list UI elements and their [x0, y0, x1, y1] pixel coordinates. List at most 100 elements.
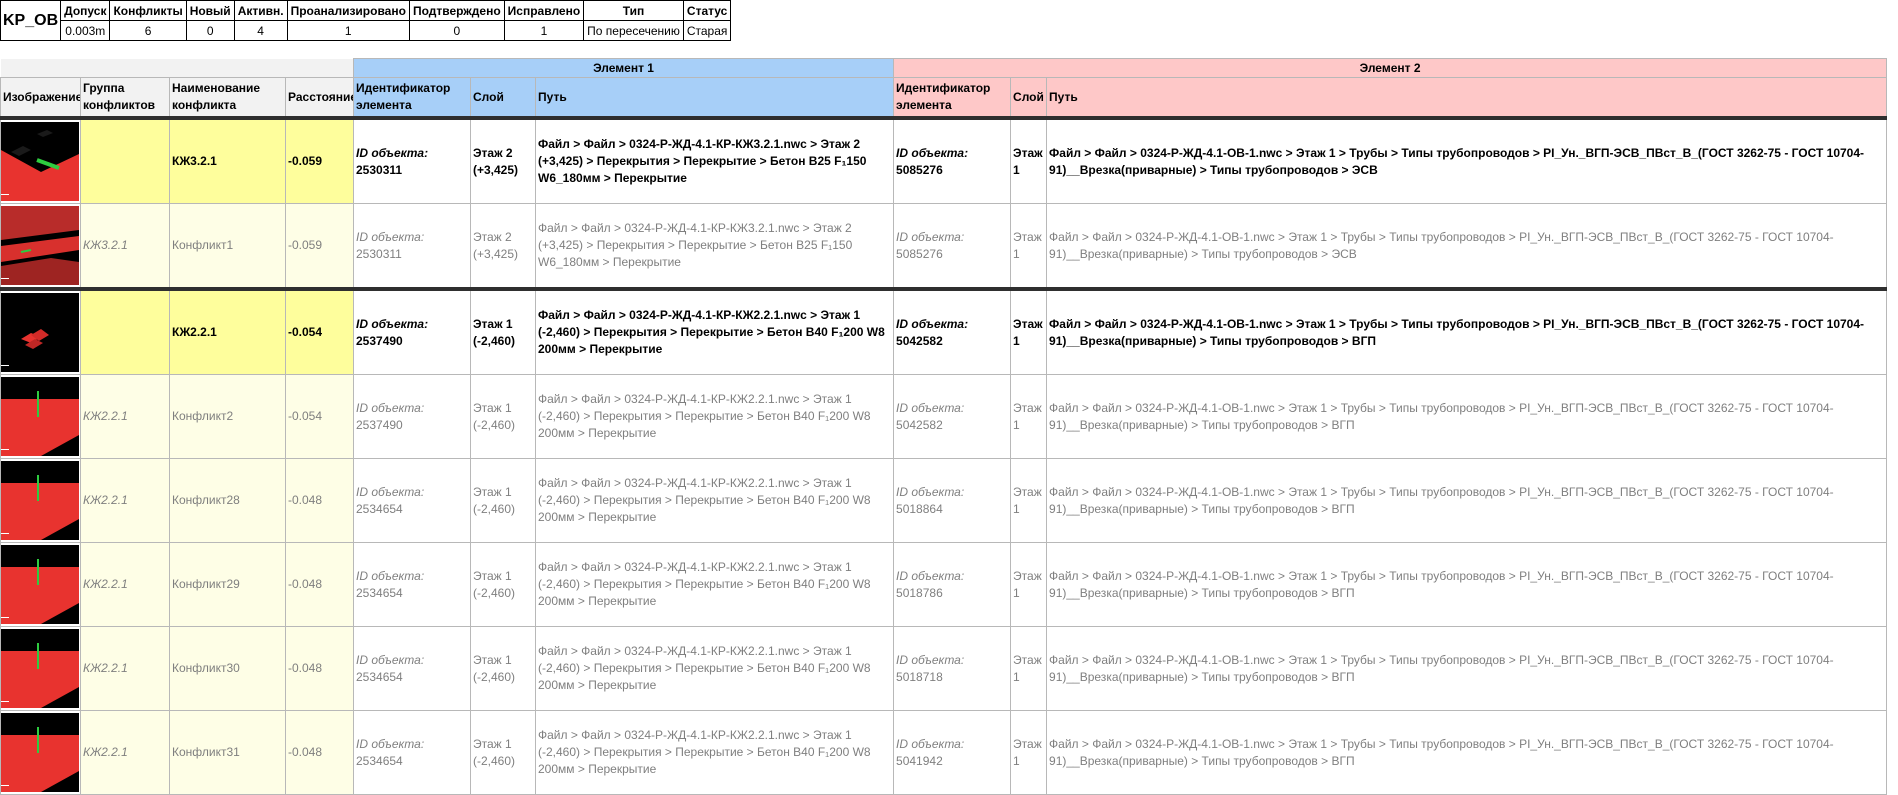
id-label: ID объекта: [356, 484, 425, 499]
e1-layer-cell: Этаж 1 (-2,460) [470, 374, 536, 459]
thumbnail-cell[interactable] [0, 374, 81, 459]
clash-name-cell: Конфликт30 [169, 626, 286, 711]
e2-layer-cell: Этаж 1 [1010, 374, 1048, 459]
summary-value: 0 [185, 20, 235, 41]
clash-name-cell: Конфликт2 [169, 374, 286, 459]
e1-id-value: 2537490 [356, 333, 403, 348]
e2-path-cell: Файл > Файл > 0324-Р-ЖД-4.1-ОВ-1.nwc > Э… [1046, 542, 1888, 627]
e2-path-cell: Файл > Файл > 0324-Р-ЖД-4.1-ОВ-1.nwc > Э… [1046, 374, 1888, 459]
e1-id-value: 2537490 [356, 417, 403, 432]
e1-id-value: 2530311 [356, 246, 402, 261]
e2-path-cell: Файл > Файл > 0324-Р-ЖД-4.1-ОВ-1.nwc > Э… [1046, 116, 1888, 204]
e2-id-value: 5041942 [896, 753, 943, 768]
id-label: ID объекта: [896, 568, 965, 583]
clash-row[interactable]: КЖ2.2.1 Конфликт30 -0.048 ID объекта: 25346… [0, 626, 1888, 711]
e2-layer-cell: Этаж 1 [1010, 710, 1048, 795]
distance-cell: -0.059 [285, 203, 354, 290]
summary-header: Тип [583, 0, 684, 21]
summary-header: Новый [185, 0, 235, 21]
summary-value: 4 [233, 20, 288, 41]
element1-group-header: Элемент 1 [352, 58, 895, 78]
summary-header: Конфликты [109, 0, 187, 21]
clash-thumbnail-icon [1, 713, 79, 792]
clash-thumbnail-icon [1, 293, 79, 372]
e1-id-cell: ID объекта: 2534654 [353, 542, 471, 627]
id-label: ID объекта: [356, 400, 425, 415]
clash-name-cell: КЖ3.2.1 [169, 116, 286, 204]
id-label: ID объекта: [356, 229, 425, 244]
e2-path-cell: Файл > Файл > 0324-Р-ЖД-4.1-ОВ-1.nwc > Э… [1046, 287, 1888, 375]
clash-thumbnail-icon [1, 629, 79, 708]
id-label: ID объекта: [896, 484, 965, 499]
thumbnail-cell[interactable] [0, 626, 81, 711]
id-label: ID объекта: [356, 736, 425, 751]
distance-cell: -0.048 [285, 710, 354, 795]
e1-id-cell: ID объекта: 2534654 [353, 626, 471, 711]
e1-path-cell: Файл > Файл > 0324-Р-ЖД-4.1-КР-КЖ2.2.1.n… [534, 287, 895, 375]
e1-layer-cell: Этаж 1 (-2,460) [470, 287, 536, 375]
thumbnail-cell[interactable] [0, 458, 81, 543]
e2-id-cell: ID объекта: 5018718 [893, 626, 1012, 711]
summary-value: 6 [109, 20, 187, 41]
clash-row[interactable]: КЖ2.2.1 Конфликт2 -0.054 ID объекта: 253749… [0, 374, 1888, 459]
summary-header: Подтверждено [408, 0, 505, 21]
clash-name-cell: Конфликт1 [169, 203, 286, 290]
e2-id-value: 5018786 [896, 585, 943, 600]
thumbnail-cell[interactable] [0, 116, 81, 204]
distance-cell: -0.048 [285, 542, 354, 627]
col-e2-path: Путь [1046, 77, 1888, 119]
distance-cell: -0.054 [285, 287, 354, 375]
distance-cell: -0.048 [285, 458, 354, 543]
e1-layer-cell: Этаж 1 (-2,460) [470, 542, 536, 627]
e1-layer-cell: Этаж 2 (+3,425) [470, 116, 536, 204]
distance-cell: -0.048 [285, 626, 354, 711]
summary-value: 1 [503, 20, 585, 41]
clash-row[interactable]: КЖ3.2.1 Конфликт1 -0.059 ID объекта: 253031… [0, 203, 1888, 290]
clash-row[interactable]: КЖ2.2.1 Конфликт28 -0.048 ID объекта: 25346… [0, 458, 1888, 543]
e2-id-value: 5042582 [896, 417, 943, 432]
e2-id-cell: ID объекта: 5085276 [893, 203, 1012, 290]
distance-cell: -0.059 [285, 116, 354, 204]
e1-id-value: 2534654 [356, 501, 403, 516]
clash-row[interactable]: КЖ2.2.1 Конфликт31 -0.048 ID объекта: 25346… [0, 710, 1888, 795]
e1-layer-cell: Этаж 1 (-2,460) [470, 626, 536, 711]
col-e1-layer: Слой [470, 77, 536, 119]
e1-id-cell: ID объекта: 2534654 [353, 458, 471, 543]
distance-cell: -0.054 [285, 374, 354, 459]
thumbnail-cell[interactable] [0, 287, 81, 375]
e2-layer-cell: Этаж 1 [1010, 626, 1048, 711]
e2-layer-cell: Этаж 1 [1010, 203, 1048, 290]
summary-value: 0 [408, 20, 505, 41]
clash-thumbnail-icon [1, 206, 79, 285]
e2-layer-cell: Этаж 1 [1010, 542, 1048, 627]
element2-group-header: Элемент 2 [893, 58, 1888, 78]
e1-path-cell: Файл > Файл > 0324-Р-ЖД-4.1-КР-КЖ3.2.1.n… [534, 116, 895, 204]
e1-path-cell: Файл > Файл > 0324-Р-ЖД-4.1-КР-КЖ2.2.1.n… [534, 542, 895, 627]
summary-value: 1 [286, 20, 410, 41]
e2-path-cell: Файл > Файл > 0324-Р-ЖД-4.1-ОВ-1.nwc > Э… [1046, 626, 1888, 711]
e2-path-cell: Файл > Файл > 0324-Р-ЖД-4.1-ОВ-1.nwc > Э… [1046, 203, 1888, 290]
e2-path-cell: Файл > Файл > 0324-Р-ЖД-4.1-ОВ-1.nwc > Э… [1046, 710, 1888, 795]
summary-value: 0.003m [60, 20, 111, 41]
clash-row[interactable]: КЖ2.2.1 Конфликт29 -0.048 ID объекта: 25346… [0, 542, 1888, 627]
e2-id-value: 5018718 [896, 669, 943, 684]
summary-header: Статус [682, 0, 732, 21]
clash-group-row[interactable]: КЖ3.2.1 -0.059 ID объекта: 2530311 Этаж 2 (… [0, 116, 1888, 204]
clash-group-cell: КЖ2.2.1 [80, 626, 170, 711]
e1-id-cell: ID объекта: 2537490 [353, 287, 471, 375]
e1-layer-cell: Этаж 2 (+3,425) [470, 203, 536, 290]
thumbnail-cell[interactable] [0, 710, 81, 795]
col-group: Группа конфликтов [80, 77, 170, 119]
e2-id-value: 5085276 [896, 246, 943, 261]
clash-group-row[interactable]: КЖ2.2.1 -0.054 ID объекта: 2537490 Этаж 1 (… [0, 287, 1888, 375]
e2-id-cell: ID объекта: 5042582 [893, 374, 1012, 459]
col-e1-path: Путь [534, 77, 895, 119]
id-label: ID объекта: [356, 145, 429, 160]
thumbnail-cell[interactable] [0, 203, 81, 290]
e1-id-cell: ID объекта: 2530311 [353, 203, 471, 290]
id-label: ID объекта: [896, 316, 969, 331]
e1-id-value: 2534654 [356, 585, 403, 600]
thumbnail-cell[interactable] [0, 542, 81, 627]
test-name: KP_OB [0, 0, 62, 41]
e2-id-value: 5085276 [896, 162, 943, 177]
